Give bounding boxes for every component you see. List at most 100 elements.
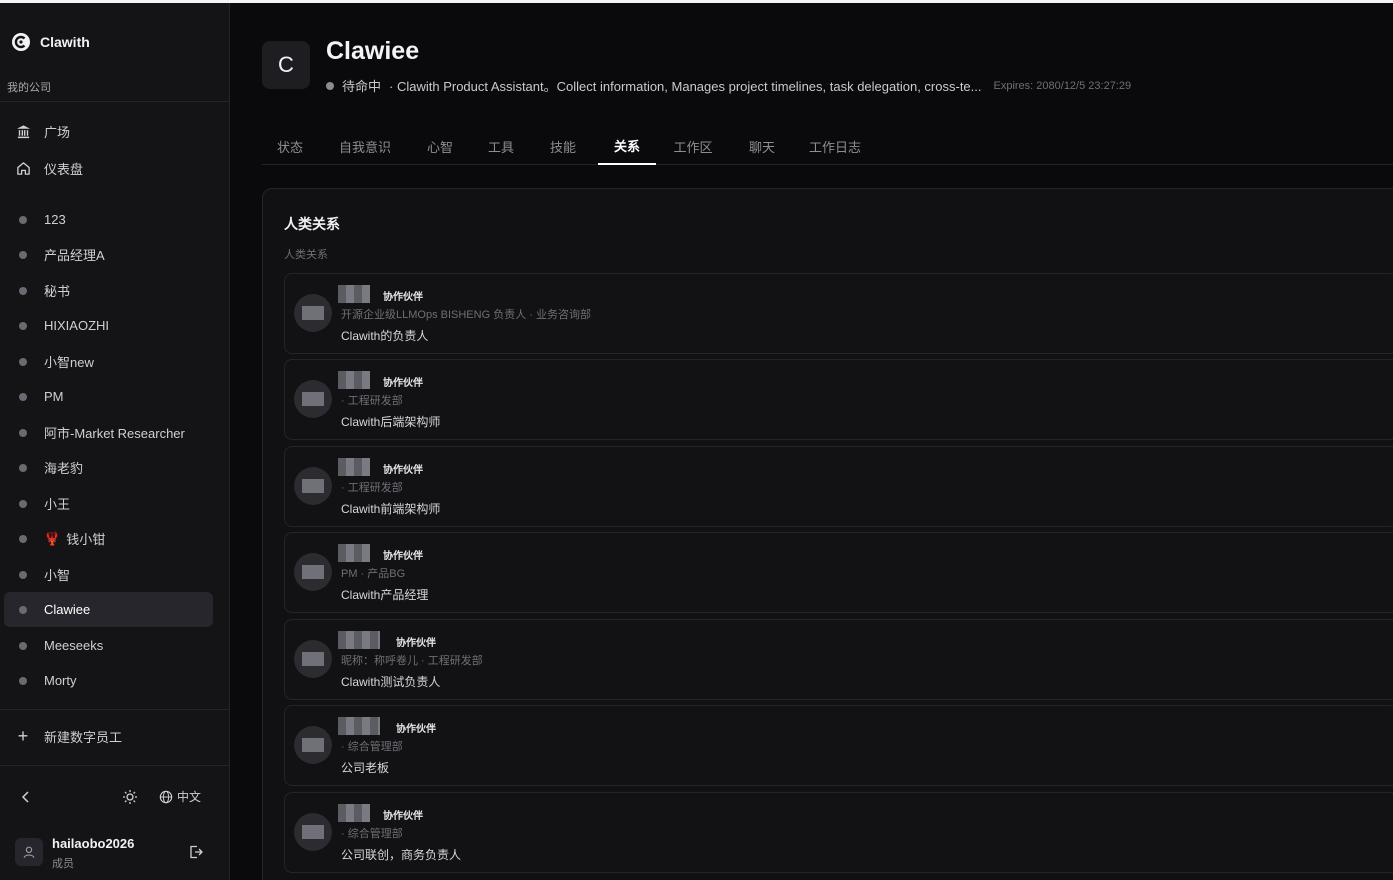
avatar (294, 294, 332, 332)
status-dot-icon (19, 357, 27, 366)
relation-card[interactable]: 协作伙伴 · 综合管理部 公司联创，商务负责人 (284, 792, 1393, 873)
brand[interactable]: Clawith (11, 32, 90, 52)
section-subtitle: 人类关系 (284, 249, 328, 261)
bank-icon (15, 124, 31, 140)
agent-expires: Expires: 2080/12/5 23:27:29 (993, 79, 1132, 92)
sidebar-agent-item[interactable]: HIXIAOZHI (4, 308, 213, 343)
sidebar-agent-item[interactable]: 海老豹 (4, 450, 213, 485)
relation-description: Clawith的负责人 (341, 329, 429, 343)
redacted-name (338, 371, 370, 389)
tab-item[interactable]: 工作区 (660, 127, 726, 165)
tab-item[interactable]: 聊天 (736, 127, 788, 165)
redacted-name (338, 285, 370, 303)
logout-icon[interactable] (188, 844, 204, 860)
relation-description: Clawith后端架构师 (341, 415, 441, 429)
tab-item[interactable]: 关系 (598, 127, 656, 165)
avatar (294, 640, 332, 678)
sun-icon[interactable] (122, 789, 138, 805)
status-dot-icon (326, 81, 334, 90)
sidebar-agent-item[interactable]: PM (4, 379, 213, 414)
nav-label: 广场 (44, 125, 71, 140)
agent-label: 钱小钳 (66, 532, 106, 547)
lobster-icon: 🦞 (44, 530, 61, 546)
sidebar-agent-item[interactable]: 小王 (4, 486, 213, 521)
agent-description: · Clawith Product Assistant。Collect info… (389, 79, 982, 94)
nav-dashboard[interactable]: 仪表盘 (4, 151, 213, 186)
relation-type-badge: 协作伙伴 (396, 638, 436, 649)
relation-description: 公司老板 (341, 761, 390, 775)
chevron-left-icon[interactable] (18, 789, 34, 805)
agent-label: 小王 (44, 497, 71, 512)
status-dot-icon (19, 428, 27, 437)
relation-meta: PM · 产品BG (341, 568, 406, 580)
sidebar-agent-item[interactable]: 小智new (4, 344, 213, 379)
tab-item[interactable]: 自我意识 (328, 127, 402, 165)
relation-description: Clawith产品经理 (341, 588, 429, 602)
redacted-name (338, 631, 380, 649)
agent-label: 小智new (44, 355, 94, 370)
relation-type-badge: 协作伙伴 (383, 378, 423, 389)
agent-label: PM (44, 389, 64, 404)
redacted-name (338, 804, 370, 822)
agent-label: Morty (44, 673, 77, 688)
agent-label: HIXIAOZHI (44, 318, 110, 333)
blurred-photo (302, 738, 324, 752)
new-agent-button[interactable]: + 新建数字员工 (4, 719, 213, 754)
agent-label: 123 (44, 212, 66, 227)
relation-card[interactable]: 协作伙伴 · 工程研发部 Clawith后端架构师 (284, 359, 1393, 440)
sidebar-footer-controls: 中文 (0, 786, 229, 814)
user-name: hailaobo2026 (52, 836, 135, 851)
app-name: Clawith (40, 34, 90, 50)
status-dot-icon (19, 676, 27, 685)
relation-card[interactable]: 协作伙伴 昵称：称呼卷儿 · 工程研发部 Clawith测试负责人 (284, 619, 1393, 700)
sidebar-agent-item[interactable]: 产品经理A (4, 237, 213, 272)
divider (0, 101, 229, 102)
relation-card[interactable]: 协作伙伴 · 工程研发部 Clawith前端架构师 (284, 446, 1393, 527)
tab-item[interactable]: 工作日志 (798, 127, 872, 165)
user-role: 成员 (52, 858, 74, 870)
sidebar-agent-item[interactable]: Meeseeks (4, 628, 213, 663)
status-dot-icon (19, 286, 27, 295)
relation-card[interactable]: 协作伙伴 开源企业级LLMOps BISHENG 负责人 · 业务咨询部 Clawi… (284, 273, 1393, 354)
avatar (294, 813, 332, 851)
relation-meta: · 工程研发部 (341, 395, 403, 407)
nav-label: 仪表盘 (44, 162, 84, 177)
tab-item[interactable]: 心智 (414, 127, 466, 165)
status-dot-icon (19, 250, 27, 259)
blurred-photo (302, 392, 324, 406)
user-profile[interactable]: hailaobo2026 成员 (15, 832, 215, 872)
avatar (294, 553, 332, 591)
agent-label: 阿市-Market Researcher (44, 426, 185, 441)
blurred-photo (302, 306, 324, 320)
sidebar-agent-item[interactable]: Morty (4, 663, 213, 698)
sidebar-agent-item[interactable]: Clawiee (4, 592, 213, 627)
language-switch[interactable]: 中文 (159, 788, 201, 805)
relation-card[interactable]: 协作伙伴 · 综合管理部 公司老板 (284, 705, 1393, 786)
sidebar-agent-item[interactable]: 秘书 (4, 273, 213, 308)
agent-avatar: C (262, 41, 310, 89)
sidebar-agent-item[interactable]: 阿市-Market Researcher (4, 415, 213, 450)
language-label: 中文 (177, 790, 202, 804)
relation-type-badge: 协作伙伴 (383, 292, 423, 303)
status-dot-icon (19, 499, 27, 508)
agent-label: Clawiee (44, 602, 91, 617)
company-name[interactable]: 我的公司 (7, 79, 51, 95)
tab-bar: 状态 自我意识 心智 工具 技能 关系 工作区 聊天 工作日志 (262, 127, 1393, 165)
sidebar-agent-item[interactable]: 123 (4, 202, 213, 237)
tab-item[interactable]: 状态 (262, 127, 318, 165)
tab-item[interactable]: 工具 (476, 127, 526, 165)
sidebar-agent-item[interactable]: 🦞 钱小钳 (4, 521, 213, 556)
clawith-logo-icon (12, 33, 30, 51)
tab-item[interactable]: 技能 (538, 127, 588, 165)
redacted-name (338, 544, 370, 562)
new-agent-label: 新建数字员工 (44, 730, 123, 745)
blurred-photo (302, 479, 324, 493)
relation-card[interactable]: 协作伙伴 PM · 产品BG Clawith产品经理 (284, 532, 1393, 613)
nav-plaza[interactable]: 广场 (4, 114, 213, 149)
sidebar-agent-item[interactable]: 小智 (4, 557, 213, 592)
status-dot-icon (19, 570, 27, 579)
agent-summary: 待命中 · Clawith Product Assistant。Collect … (326, 76, 1131, 95)
relation-description: Clawith测试负责人 (341, 675, 441, 689)
avatar (294, 467, 332, 505)
status-dot-icon (19, 641, 27, 650)
